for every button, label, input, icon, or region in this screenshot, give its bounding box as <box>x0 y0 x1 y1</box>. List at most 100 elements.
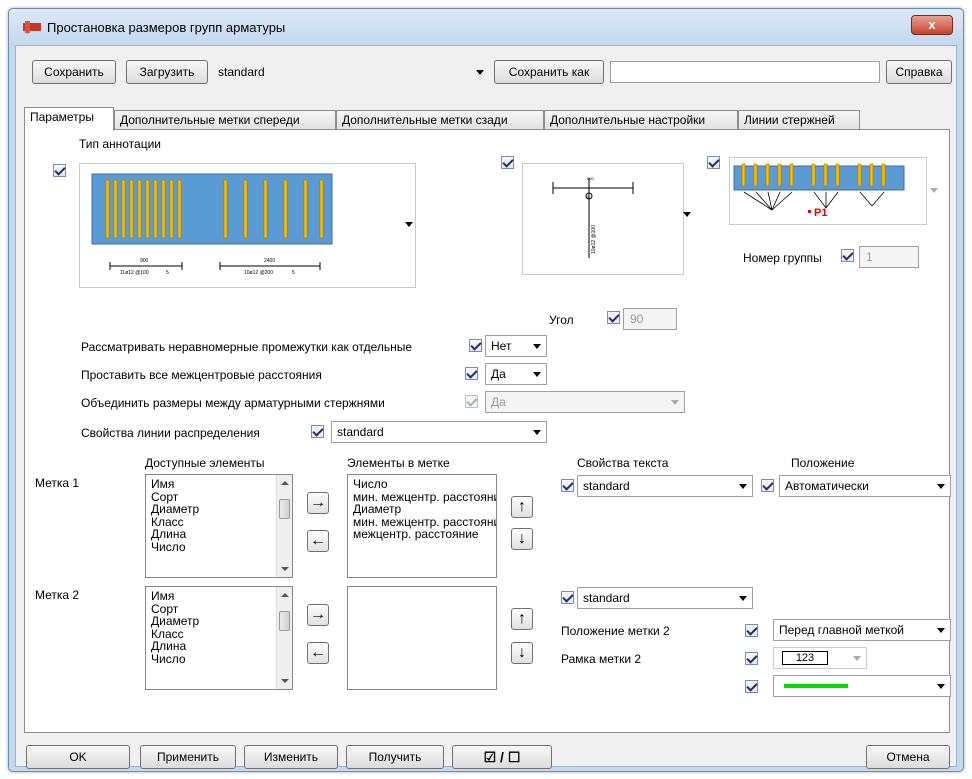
toggle-all-button[interactable]: ☑ / ☐ <box>452 745 552 769</box>
mark2-frame-checkbox[interactable] <box>745 652 758 665</box>
uneven-spacing-checkbox[interactable] <box>469 339 482 352</box>
group-number-checkbox[interactable] <box>841 249 854 262</box>
load-button[interactable]: Загрузить <box>126 60 208 84</box>
angle-label: Угол <box>549 313 574 327</box>
mark2-available-list[interactable]: Имя Сорт Диаметр Класс Длина Число <box>145 586 293 690</box>
mark1-position-checkbox[interactable] <box>761 479 774 492</box>
scroll-up-icon[interactable] <box>281 593 289 597</box>
move-down-mark1-button[interactable]: ↓ <box>511 528 533 550</box>
merge-dimensions-checkbox[interactable] <box>465 395 478 408</box>
add-to-mark1-button[interactable]: → <box>307 492 329 514</box>
vertical-type-checkbox[interactable] <box>501 156 514 169</box>
mark1-position-combo[interactable]: Автоматически <box>779 475 951 497</box>
uneven-spacing-combo[interactable]: Нет <box>485 335 547 357</box>
scroll-thumb[interactable] <box>279 499 290 519</box>
dialog-client: Сохранить Загрузить standard Сохранить к… <box>15 45 957 769</box>
tab-back-marks[interactable]: Дополнительные метки сзади <box>336 110 544 130</box>
preset-combo[interactable]: standard <box>212 61 490 83</box>
chevron-down-icon <box>937 628 945 633</box>
mark2-position-value: Перед главной меткой <box>779 623 905 637</box>
move-up-mark2-button[interactable]: ↑ <box>511 608 533 630</box>
list-item[interactable]: Число <box>353 478 496 491</box>
scroll-down-icon[interactable] <box>281 567 289 571</box>
list-item[interactable]: Диаметр <box>151 615 292 628</box>
scrollbar[interactable] <box>276 587 292 689</box>
save-button[interactable]: Сохранить <box>32 60 116 84</box>
tab-additional-settings[interactable]: Дополнительные настройки <box>544 110 738 130</box>
fan-type-preview[interactable]: P1 <box>729 157 938 225</box>
angle-field[interactable]: 90 <box>623 308 677 330</box>
chevron-down-icon <box>739 484 747 489</box>
list-item[interactable]: Число <box>151 652 292 666</box>
list-item[interactable]: Диаметр <box>353 503 496 516</box>
all-spacings-value: Да <box>491 367 506 381</box>
all-spacings-combo[interactable]: Да <box>485 363 547 385</box>
merge-dimensions-combo[interactable]: Да <box>485 391 685 413</box>
list-item[interactable]: Число <box>151 540 292 554</box>
mark1-text-value: standard <box>583 479 630 493</box>
fan-type-checkbox[interactable] <box>707 156 720 169</box>
add-to-mark2-button[interactable]: → <box>307 604 329 626</box>
get-button[interactable]: Получить <box>346 745 444 769</box>
list-item[interactable]: Длина <box>151 640 292 653</box>
app-icon <box>23 21 41 33</box>
annotation-type-checkbox[interactable] <box>53 164 66 177</box>
chevron-down-icon <box>671 400 679 405</box>
rebar-group-diagram: 900 11ø12 @100 5 2400 10ø12 @200 5 <box>91 173 333 276</box>
position-header: Положение <box>791 456 855 470</box>
scrollbar[interactable] <box>276 475 292 577</box>
help-button[interactable]: Справка <box>886 60 952 84</box>
remove-from-mark1-button[interactable]: ← <box>307 530 329 552</box>
close-button[interactable]: x <box>911 15 953 35</box>
chevron-down-icon <box>533 372 541 377</box>
chevron-down-icon <box>937 684 945 689</box>
list-item[interactable]: Имя <box>151 478 292 491</box>
mark1-available-list[interactable]: Имя Сорт Диаметр Класс Длина Число <box>145 474 293 578</box>
cancel-button[interactable]: Отмена <box>866 745 950 769</box>
list-item[interactable]: Длина <box>151 528 292 541</box>
move-down-mark2-button[interactable]: ↓ <box>511 642 533 664</box>
dim-right-text: 10ø12 @200 <box>244 270 273 276</box>
preset-value: standard <box>218 65 265 79</box>
dim-right-top: 2400 <box>264 258 275 264</box>
distribution-line-checkbox[interactable] <box>311 425 324 438</box>
list-item[interactable]: Имя <box>151 590 292 603</box>
chevron-down-icon <box>683 212 691 217</box>
list-item[interactable]: межцентр. расстояние <box>353 528 496 541</box>
distribution-line-combo[interactable]: standard <box>331 421 547 443</box>
ok-button[interactable]: OK <box>26 745 130 769</box>
scroll-up-icon[interactable] <box>281 481 289 485</box>
scroll-thumb[interactable] <box>279 611 290 631</box>
mark1-text-checkbox[interactable] <box>561 479 574 492</box>
remove-from-mark2-button[interactable]: ← <box>307 642 329 664</box>
mark2-position-checkbox[interactable] <box>745 624 758 637</box>
mark2-position-combo[interactable]: Перед главной меткой <box>773 619 951 641</box>
save-as-button[interactable]: Сохранить как <box>494 60 604 84</box>
line-color-combo[interactable] <box>773 675 951 697</box>
line-color-checkbox[interactable] <box>745 680 758 693</box>
apply-button[interactable]: Применить <box>140 745 236 769</box>
mark2-text-combo[interactable]: standard <box>577 587 753 609</box>
move-up-mark1-button[interactable]: ↑ <box>511 496 533 518</box>
group-number-field[interactable]: 1 <box>859 246 919 268</box>
list-item[interactable]: Диаметр <box>151 503 292 516</box>
tab-front-marks[interactable]: Дополнительные метки спереди <box>114 110 336 130</box>
mark2-frame-combo[interactable]: 123 <box>773 647 867 669</box>
mark1-text-combo[interactable]: standard <box>577 475 753 497</box>
all-spacings-checkbox[interactable] <box>465 367 478 380</box>
mark2-elements-list[interactable] <box>347 586 497 690</box>
vertical-type-preview[interactable]: 900 10ø12 @100 5 <box>522 163 691 275</box>
angle-checkbox[interactable] <box>607 311 620 324</box>
tab-bar-lines[interactable]: Линии стержней <box>738 110 860 130</box>
scroll-down-icon[interactable] <box>281 679 289 683</box>
chevron-down-icon <box>937 484 945 489</box>
mark2-text-checkbox[interactable] <box>561 591 574 604</box>
save-as-name-field[interactable] <box>610 61 880 83</box>
modify-button[interactable]: Изменить <box>244 745 338 769</box>
annotation-type-preview[interactable]: 900 11ø12 @100 5 2400 10ø12 @200 5 <box>79 163 416 288</box>
tab-parameters[interactable]: Параметры <box>24 107 114 131</box>
mark1-elements-list[interactable]: Число мин. межцентр. расстояние Диаметр … <box>347 474 497 578</box>
mark2-frame-label: Рамка метки 2 <box>561 652 642 666</box>
chevron-down-icon <box>476 70 484 75</box>
dialog-window: Простановка размеров групп арматуры x Со… <box>8 8 964 772</box>
